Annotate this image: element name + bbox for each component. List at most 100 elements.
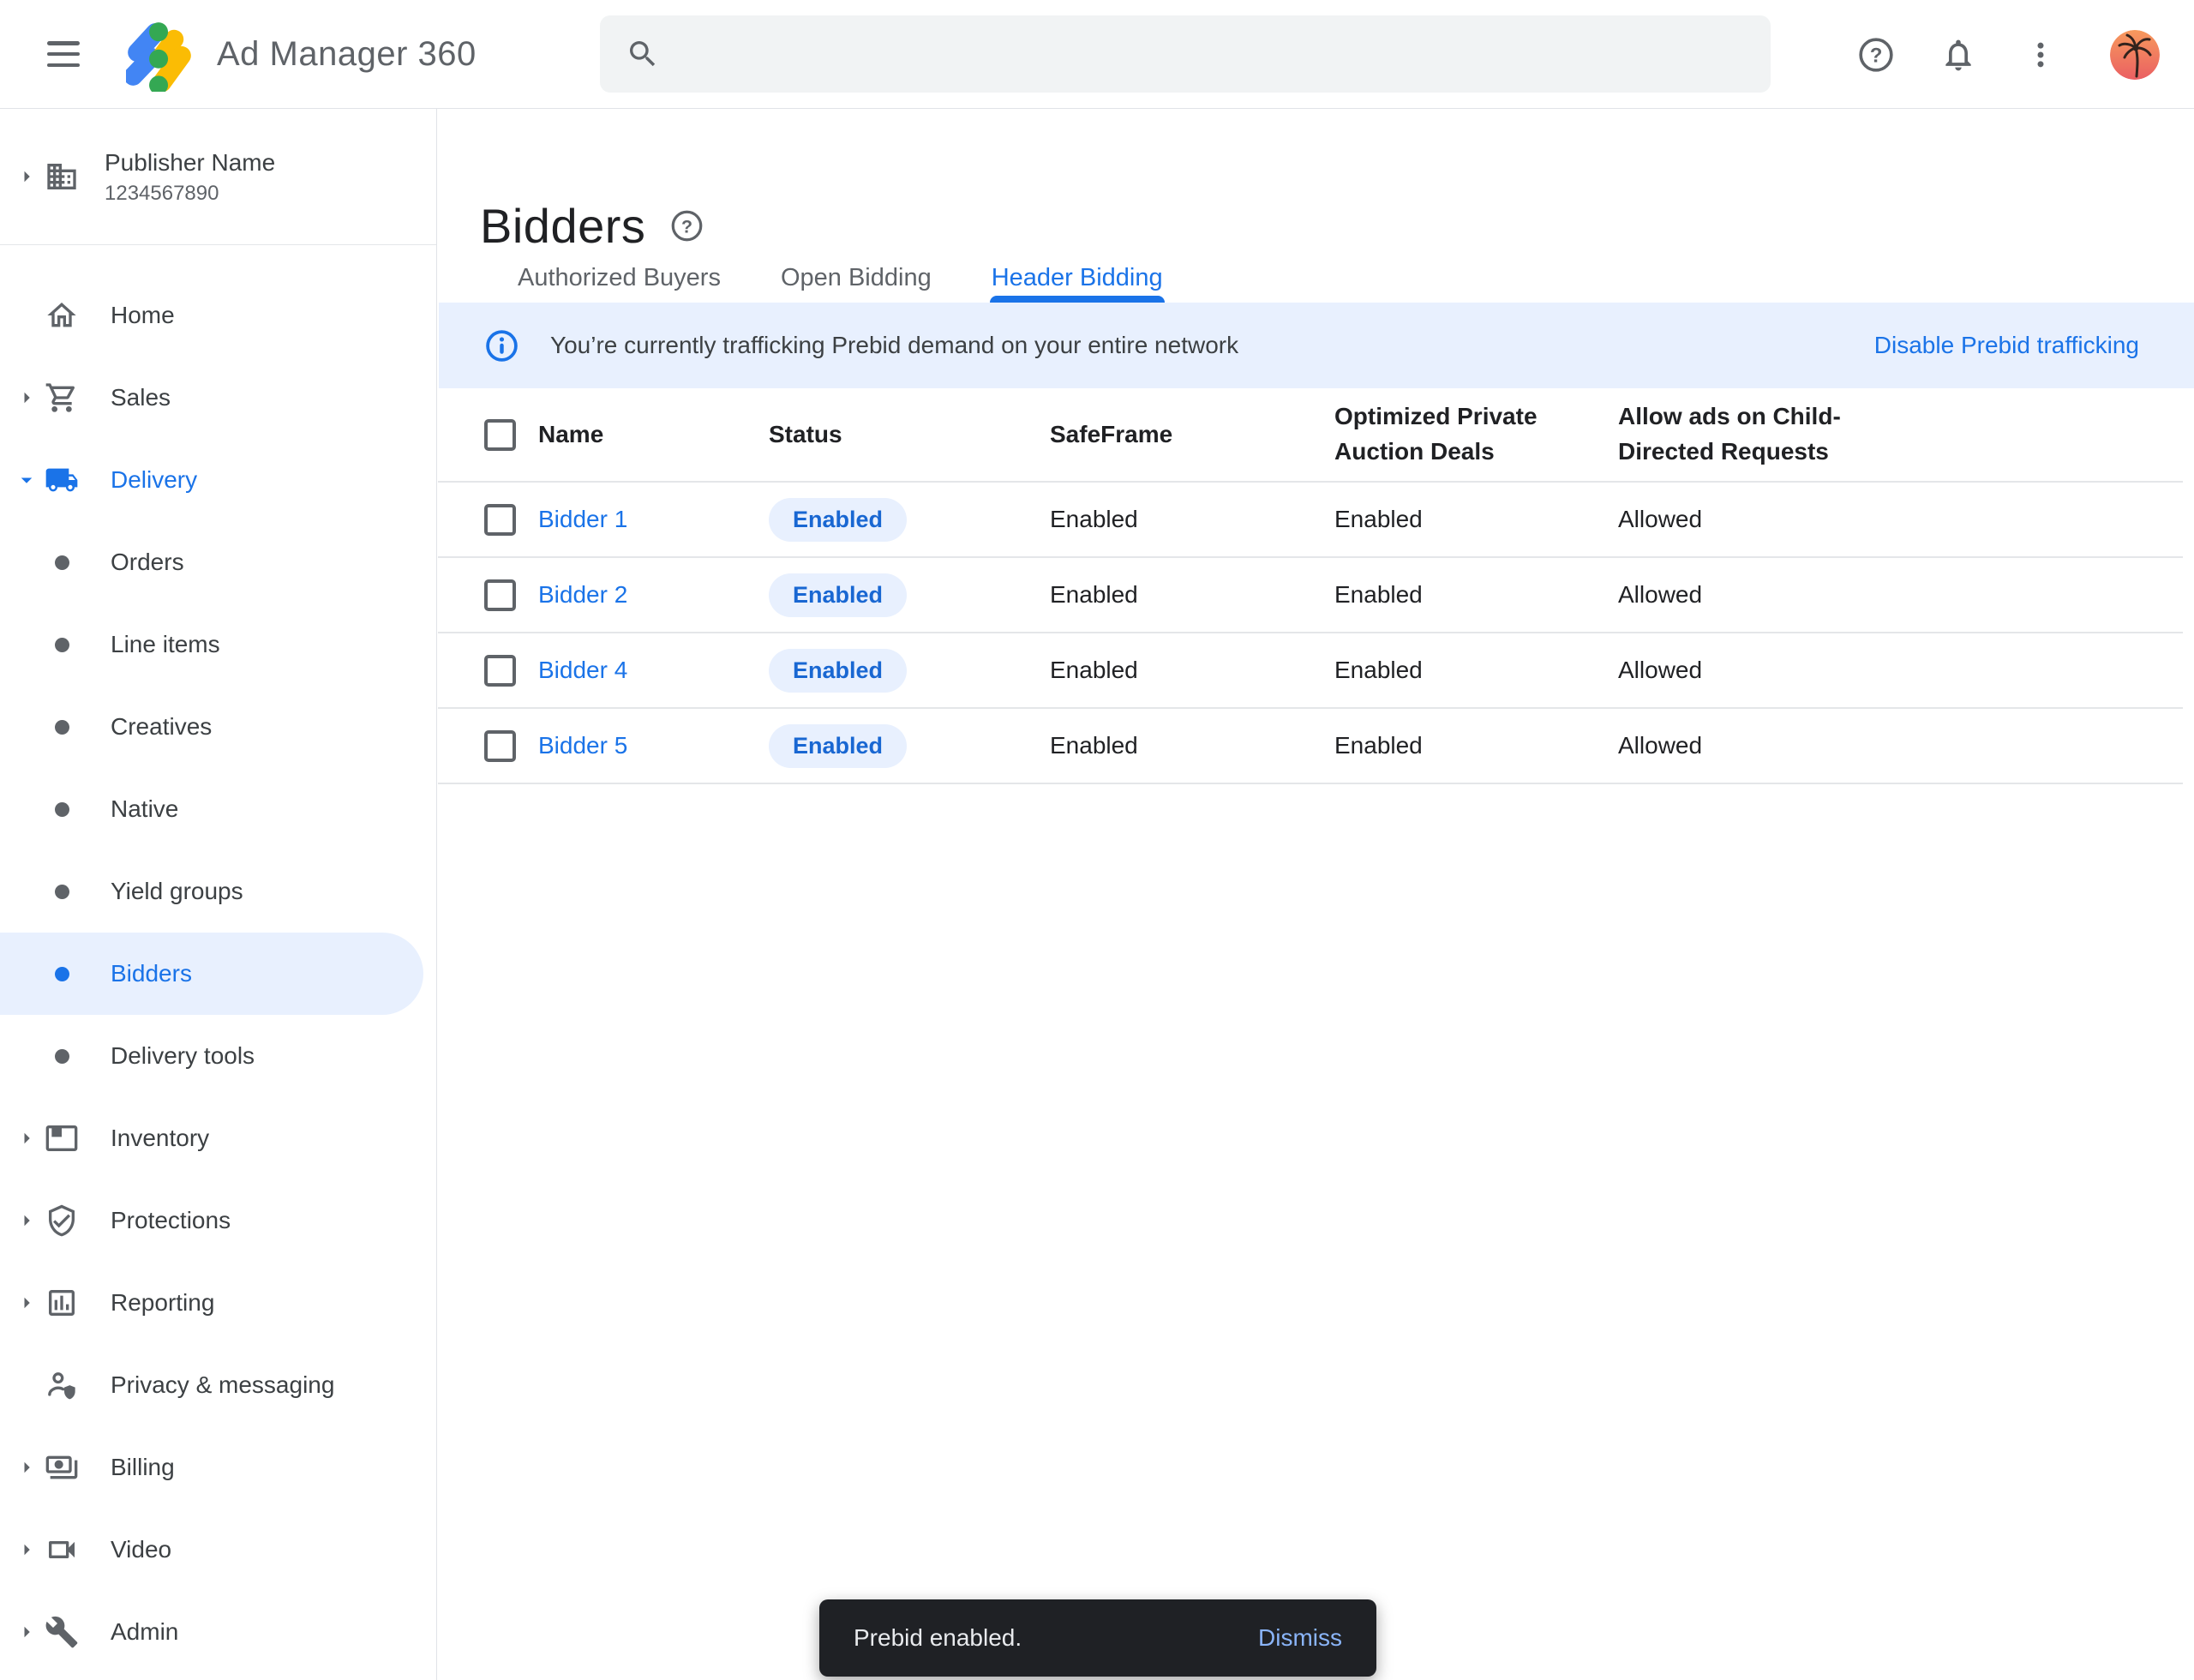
private-auction-value: Enabled <box>1334 506 1618 533</box>
table-row: Bidder 1 Enabled Enabled Enabled Allowed <box>438 483 2183 558</box>
publisher-id: 1234567890 <box>105 181 275 207</box>
main-content: Bidders ? Authorized Buyers Open Bidding… <box>437 109 2194 1680</box>
tab-header-bidding[interactable]: Header Bidding <box>990 254 1165 303</box>
sidebar-item-reporting[interactable]: Reporting <box>0 1262 423 1344</box>
toast-snackbar: Prebid enabled. Dismiss <box>819 1599 1376 1677</box>
app-title: Ad Manager 360 <box>217 35 477 74</box>
chevron-right-icon <box>14 1208 39 1233</box>
sidebar-item-bidders[interactable]: Bidders <box>0 933 423 1015</box>
help-icon[interactable]: ? <box>1856 35 1896 75</box>
truck-icon <box>45 463 79 497</box>
sidebar-item-native[interactable]: Native <box>0 768 423 850</box>
row-checkbox[interactable] <box>484 730 516 762</box>
sidebar-item-sales[interactable]: Sales <box>0 357 423 439</box>
person-shield-icon <box>45 1368 79 1402</box>
sidebar-item-home[interactable]: Home <box>0 274 423 357</box>
cart-icon <box>45 381 79 415</box>
videocam-icon <box>45 1533 79 1567</box>
status-badge: Enabled <box>769 573 907 617</box>
safeframe-value: Enabled <box>1050 581 1334 609</box>
global-search[interactable] <box>600 15 1771 93</box>
shield-check-icon <box>45 1203 79 1238</box>
inventory-icon <box>45 1121 79 1155</box>
chevron-right-icon <box>14 164 39 189</box>
sidebar-item-delivery[interactable]: Delivery <box>0 439 423 521</box>
chevron-right-icon <box>14 1537 39 1563</box>
safeframe-value: Enabled <box>1050 732 1334 759</box>
more-options-icon[interactable] <box>2021 35 2060 75</box>
row-checkbox[interactable] <box>484 655 516 687</box>
chevron-right-icon <box>14 1619 39 1645</box>
chevron-down-icon <box>14 467 39 493</box>
tab-authorized-buyers[interactable]: Authorized Buyers <box>516 254 722 303</box>
search-icon <box>626 37 660 71</box>
sidebar: Publisher Name 1234567890 Home Sales <box>0 109 437 1680</box>
bidder-link[interactable]: Bidder 5 <box>538 732 627 759</box>
menu-icon[interactable] <box>47 41 80 67</box>
payments-icon <box>45 1450 79 1485</box>
child-directed-value: Allowed <box>1618 657 2183 684</box>
row-checkbox[interactable] <box>484 579 516 611</box>
svg-text:?: ? <box>1870 44 1883 67</box>
top-actions: ? <box>1856 0 2194 109</box>
publisher-switcher[interactable]: Publisher Name 1234567890 <box>0 109 436 245</box>
column-header-private-auction[interactable]: Optimized Private Auction Deals <box>1334 399 1557 469</box>
table-header-row: Name Status SafeFrame Optimized Private … <box>438 388 2183 483</box>
sidebar-item-inventory[interactable]: Inventory <box>0 1097 423 1179</box>
bidders-table: Name Status SafeFrame Optimized Private … <box>438 388 2183 784</box>
child-directed-value: Allowed <box>1618 732 2183 759</box>
sidebar-item-protections[interactable]: Protections <box>0 1179 423 1262</box>
publisher-building-icon <box>45 159 79 194</box>
info-icon <box>484 328 519 363</box>
status-badge: Enabled <box>769 649 907 693</box>
bidder-link[interactable]: Bidder 1 <box>538 506 627 532</box>
ad-manager-logo-icon <box>126 16 193 92</box>
bidder-link[interactable]: Bidder 2 <box>538 581 627 608</box>
chevron-right-icon <box>14 1455 39 1480</box>
sidebar-item-yield-groups[interactable]: Yield groups <box>0 850 423 933</box>
chevron-right-icon <box>14 385 39 411</box>
bullet-icon <box>55 967 69 981</box>
child-directed-value: Allowed <box>1618 581 2183 609</box>
row-checkbox[interactable] <box>484 504 516 536</box>
sidebar-nav: Home Sales Delivery Orders <box>0 245 436 1673</box>
sidebar-item-orders[interactable]: Orders <box>0 521 423 603</box>
private-auction-value: Enabled <box>1334 581 1618 609</box>
search-input[interactable] <box>680 39 1771 69</box>
tab-open-bidding[interactable]: Open Bidding <box>779 254 933 303</box>
select-all-checkbox[interactable] <box>484 419 516 451</box>
chevron-right-icon <box>14 1290 39 1316</box>
svg-text:?: ? <box>681 217 692 237</box>
sidebar-item-billing[interactable]: Billing <box>0 1426 423 1509</box>
sidebar-item-delivery-tools[interactable]: Delivery tools <box>0 1015 423 1097</box>
report-chart-icon <box>45 1286 79 1320</box>
dismiss-button[interactable]: Dismiss <box>1258 1624 1342 1652</box>
page-title: Bidders <box>480 198 645 254</box>
sidebar-item-admin[interactable]: Admin <box>0 1591 423 1673</box>
bullet-icon <box>55 802 69 817</box>
bullet-icon <box>55 638 69 652</box>
sidebar-item-line-items[interactable]: Line items <box>0 603 423 686</box>
disable-prebid-trafficking-link[interactable]: Disable Prebid trafficking <box>1874 332 2139 359</box>
avatar[interactable] <box>2110 30 2160 80</box>
top-app-bar: Ad Manager 360 ? <box>0 0 2194 109</box>
column-header-status[interactable]: Status <box>769 421 1050 448</box>
column-header-name[interactable]: Name <box>538 421 769 448</box>
sidebar-item-privacy-messaging[interactable]: Privacy & messaging <box>0 1344 423 1426</box>
private-auction-value: Enabled <box>1334 732 1618 759</box>
help-icon[interactable]: ? <box>669 208 704 243</box>
sidebar-item-video[interactable]: Video <box>0 1509 423 1591</box>
bullet-icon <box>55 885 69 899</box>
table-row: Bidder 2 Enabled Enabled Enabled Allowed <box>438 558 2183 633</box>
tab-bar: Authorized Buyers Open Bidding Header Bi… <box>516 254 1165 303</box>
safeframe-value: Enabled <box>1050 506 1334 533</box>
bidder-link[interactable]: Bidder 4 <box>538 657 627 683</box>
status-badge: Enabled <box>769 724 907 768</box>
column-header-safeframe[interactable]: SafeFrame <box>1050 421 1334 448</box>
sidebar-item-creatives[interactable]: Creatives <box>0 686 423 768</box>
private-auction-value: Enabled <box>1334 657 1618 684</box>
notifications-icon[interactable] <box>1939 35 1978 75</box>
table-row: Bidder 4 Enabled Enabled Enabled Allowed <box>438 633 2183 709</box>
bullet-icon <box>55 555 69 570</box>
column-header-child-directed[interactable]: Allow ads on Child-Directed Requests <box>1618 399 1875 469</box>
